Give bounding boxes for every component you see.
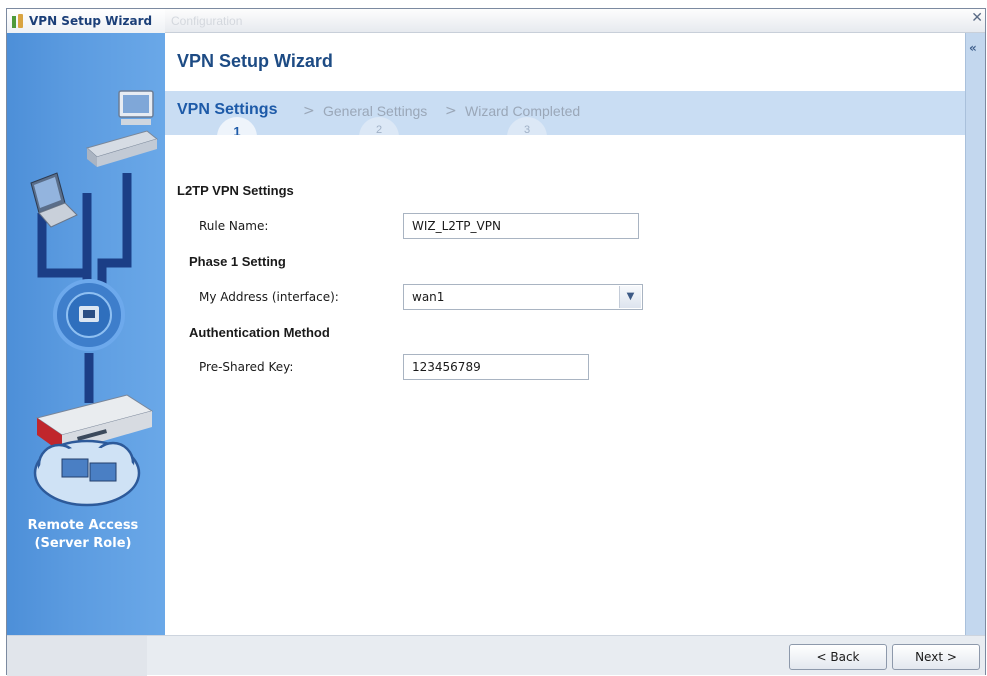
title-tab[interactable]: VPN Setup Wizard bbox=[7, 9, 165, 33]
illustration-panel: Remote Access (Server Role) bbox=[7, 33, 165, 635]
role-caption: Remote Access (Server Role) bbox=[7, 517, 159, 553]
step-2-number: 2 bbox=[359, 117, 399, 135]
close-icon[interactable]: ✕ bbox=[971, 10, 983, 26]
step-1-number: 1 bbox=[217, 117, 257, 135]
role-caption-line1: Remote Access bbox=[27, 518, 139, 533]
double-chevron-left-icon[interactable]: « bbox=[969, 41, 977, 55]
wizard-icon bbox=[11, 13, 25, 29]
wizard-content: VPN Setup Wizard 1 2 3 VPN Settings > Ge… bbox=[165, 33, 965, 635]
vpn-wizard-window: VPN Setup Wizard Configuration ✕ Remote … bbox=[6, 8, 986, 676]
my-address-value: wan1 bbox=[412, 290, 445, 304]
my-address-label: My Address (interface): bbox=[199, 290, 339, 304]
step-separator-2: > bbox=[445, 103, 457, 119]
rule-name-label: Rule Name: bbox=[199, 219, 269, 233]
window-title: VPN Setup Wizard bbox=[29, 14, 153, 28]
step-2-label: General Settings bbox=[323, 103, 428, 119]
step-separator-1: > bbox=[303, 103, 315, 119]
footer-left-panel bbox=[7, 636, 147, 676]
my-address-select[interactable]: wan1 ▼ bbox=[403, 284, 643, 310]
psk-label: Pre-Shared Key: bbox=[199, 360, 294, 374]
wizard-step-bar: 1 2 3 VPN Settings > General Settings > … bbox=[165, 91, 965, 135]
rule-name-input[interactable]: WIZ_L2TP_VPN bbox=[403, 213, 639, 239]
role-caption-line2: (Server Role) bbox=[34, 536, 132, 551]
step-3-number: 3 bbox=[507, 117, 547, 135]
back-button[interactable]: < Back bbox=[789, 644, 887, 670]
section-l2tp-heading: L2TP VPN Settings bbox=[177, 183, 294, 198]
step-1-label: VPN Settings bbox=[177, 101, 278, 118]
background-tab-label: Configuration bbox=[171, 14, 243, 28]
psk-input[interactable]: 123456789 bbox=[403, 354, 589, 380]
chevron-down-icon[interactable]: ▼ bbox=[619, 286, 641, 308]
title-bar: VPN Setup Wizard Configuration ✕ bbox=[7, 9, 985, 33]
section-auth-heading: Authentication Method bbox=[189, 325, 330, 340]
step-3-label: Wizard Completed bbox=[465, 103, 581, 119]
next-button[interactable]: Next > bbox=[892, 644, 980, 670]
page-title: VPN Setup Wizard bbox=[177, 51, 333, 71]
wizard-footer: < Back Next > bbox=[7, 635, 985, 676]
section-phase1-heading: Phase 1 Setting bbox=[189, 254, 286, 269]
collapse-panel-strip: « bbox=[965, 33, 985, 635]
